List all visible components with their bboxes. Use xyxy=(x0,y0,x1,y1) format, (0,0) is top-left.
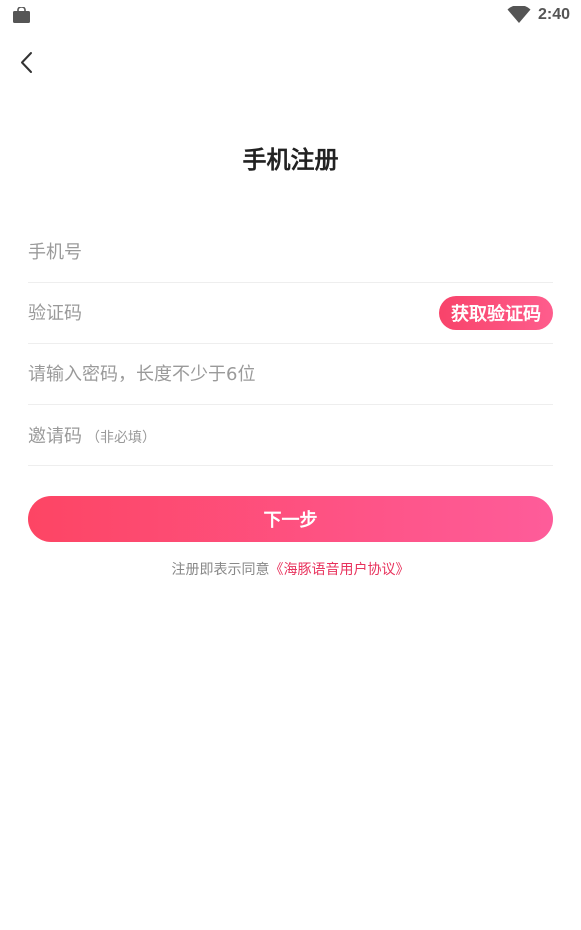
invite-code-label: 邀请码 xyxy=(28,426,82,447)
status-time: 2:40 xyxy=(538,6,571,23)
status-bar: 2:40 xyxy=(0,0,581,32)
invite-code-hint: （非必填） xyxy=(86,430,156,446)
next-button[interactable]: 下一步 xyxy=(28,496,553,542)
verification-code-input[interactable] xyxy=(28,302,328,324)
code-row: 获取验证码 xyxy=(28,283,553,344)
register-form: 获取验证码 邀请码 （非必填） xyxy=(28,222,553,466)
password-input[interactable] xyxy=(28,363,408,385)
phone-row xyxy=(28,222,553,283)
wifi-icon xyxy=(507,6,531,23)
agreement-prefix: 注册即表示同意 xyxy=(171,562,270,578)
invite-code-field[interactable]: 邀请码 （非必填） xyxy=(28,422,156,448)
page-title: 手机注册 xyxy=(242,146,339,174)
get-code-button[interactable]: 获取验证码 xyxy=(439,296,553,330)
back-button[interactable] xyxy=(14,48,42,78)
user-agreement-link[interactable]: 《海豚语音用户协议》 xyxy=(270,562,410,578)
password-row xyxy=(28,344,553,405)
agreement-text: 注册即表示同意《海豚语音用户协议》 xyxy=(0,559,581,579)
shopping-bag-icon xyxy=(13,7,30,23)
invite-row[interactable]: 邀请码 （非必填） xyxy=(28,405,553,466)
phone-input[interactable] xyxy=(28,241,408,263)
chevron-left-icon xyxy=(21,52,32,73)
